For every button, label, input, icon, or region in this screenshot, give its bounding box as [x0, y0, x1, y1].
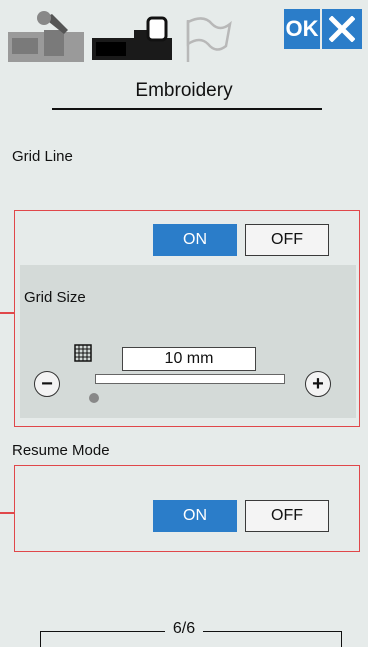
title-underline	[52, 108, 322, 110]
embroidery-machine-icon	[92, 16, 172, 60]
page-number: 6/6	[164, 620, 204, 637]
tab-general-settings[interactable]	[4, 8, 88, 68]
tab-language[interactable]	[178, 8, 236, 68]
grid-size-slider-handle[interactable]	[89, 393, 99, 403]
grid-size-label: Grid Size	[24, 289, 86, 306]
grid-line-on-button[interactable]: ON	[153, 224, 237, 256]
grid-line-label: Grid Line	[12, 148, 73, 165]
grid-size-slider[interactable]	[95, 374, 285, 384]
page-indicator: 6/6	[0, 620, 368, 638]
grid-size-value: 10 mm	[122, 347, 256, 371]
tab-embroidery-settings[interactable]	[90, 8, 174, 68]
ok-button[interactable]: OK	[284, 9, 320, 49]
callout-leader-line	[0, 312, 14, 314]
close-x-icon	[329, 16, 355, 42]
grid-icon	[74, 344, 92, 362]
callout-leader-line	[0, 512, 14, 514]
resume-mode-label: Resume Mode	[12, 442, 110, 459]
close-button[interactable]	[322, 9, 362, 49]
resume-mode-on-button[interactable]: ON	[153, 500, 237, 532]
grid-size-increase-button[interactable]: +	[305, 371, 331, 397]
wrench-sewing-machine-icon	[8, 11, 84, 62]
minus-icon: −	[41, 372, 53, 395]
flag-icon	[186, 17, 232, 62]
resume-mode-off-button[interactable]: OFF	[245, 500, 329, 532]
grid-line-off-button[interactable]: OFF	[245, 224, 329, 256]
plus-icon: +	[312, 372, 324, 395]
page-title: Embroidery	[135, 80, 233, 101]
grid-size-panel	[20, 265, 356, 418]
grid-size-decrease-button[interactable]: −	[34, 371, 60, 397]
toolbar: OK	[0, 0, 368, 70]
